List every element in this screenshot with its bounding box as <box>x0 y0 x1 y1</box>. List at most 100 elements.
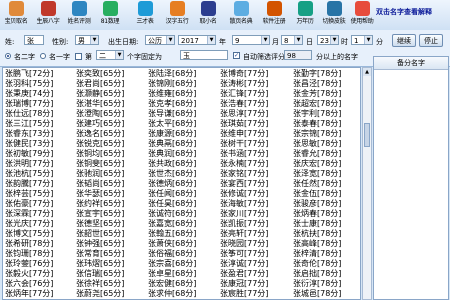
name-item[interactable]: 张淳诚[77分] <box>220 259 288 269</box>
name-item[interactable]: 张深霖[77分] <box>5 209 73 219</box>
name-item[interactable]: 张涛彬[77分] <box>220 79 288 89</box>
name-item[interactable]: 张树干[77分] <box>220 139 288 149</box>
name-item[interactable]: 张健民[73分] <box>5 139 73 149</box>
name-item[interactable]: 张诚符[68分] <box>148 209 216 219</box>
name-item[interactable]: 张韶世[65分] <box>76 229 144 239</box>
name-item[interactable]: 张康源[68分] <box>148 129 216 139</box>
name-item[interactable]: 张灏静[65分] <box>76 89 144 99</box>
name-item[interactable]: 张毅火[77分] <box>5 269 73 279</box>
score-input[interactable]: 98 <box>284 50 312 60</box>
name-item[interactable]: 张韬尚[65分] <box>76 179 144 189</box>
day-select[interactable]: 8 ▼ <box>281 35 303 45</box>
name-item[interactable]: 张杭扶[78分] <box>293 229 360 239</box>
name-item[interactable]: 张徐祥[65分] <box>76 279 144 289</box>
name-item[interactable]: 张典鬲[68分] <box>148 139 216 149</box>
name-item[interactable]: 张希研[78分] <box>5 239 73 249</box>
name-item[interactable]: 张秉庚[74分] <box>5 89 73 99</box>
toolbar-almanac[interactable]: 万年历 <box>293 1 317 29</box>
name-item[interactable]: 张嘉宽[68分] <box>148 219 216 229</box>
toolbar-name-dictionary[interactable]: 散页名典 <box>229 1 253 29</box>
name-item[interactable]: 张宏健[68分] <box>148 279 216 289</box>
name-item[interactable]: 张羽科[75分] <box>5 79 73 89</box>
name-results-list[interactable]: 张鹏飞[72分] 张羽科[75分] 张秉庚[74分] 张瑞博[77分] 张仕远[78分]… <box>2 67 361 300</box>
name-item[interactable]: 张钟强[65分] <box>76 239 144 249</box>
month-select[interactable]: 9 ▼ <box>232 35 270 45</box>
gender-select[interactable]: 男 ▼ <box>75 35 99 45</box>
name-item[interactable]: 张炳年[77分] <box>5 289 73 299</box>
name-item[interactable]: 张金芳[78分] <box>293 89 360 99</box>
name-item[interactable]: 张典润[68分] <box>148 149 216 159</box>
fixed-position-checkbox[interactable] <box>75 53 82 60</box>
name-item[interactable]: 张约祥[65分] <box>76 199 144 209</box>
hour-select[interactable]: 23 ▼ <box>317 35 339 45</box>
toolbar-81-numbers[interactable]: 81数理 <box>98 1 122 29</box>
name-item[interactable]: 张宴西[77分] <box>220 179 288 189</box>
name-item[interactable]: 张华瑟[65分] <box>76 189 144 199</box>
name-item[interactable]: 张逸名[65分] <box>76 129 144 139</box>
name-item[interactable]: 张衍淳[78分] <box>293 279 360 289</box>
name-item[interactable]: 张琪茹[77分] <box>220 119 288 129</box>
name-item[interactable]: 张启拙[78分] <box>293 269 360 279</box>
name-item[interactable]: 张三江[75分] <box>5 119 73 129</box>
toolbar-three-talents[interactable]: 三才表 <box>133 1 157 29</box>
name-item[interactable]: 张俗福[68分] <box>148 249 216 259</box>
name-item[interactable]: 张昌泾[78分] <box>293 79 360 89</box>
name-item[interactable]: 张太平[68分] <box>148 119 216 129</box>
name-item[interactable]: 张汇锋[77分] <box>220 89 288 99</box>
name-item[interactable]: 张奕致[65分] <box>76 69 144 79</box>
name-item[interactable]: 张常育[65分] <box>76 249 144 259</box>
name-item[interactable]: 张钧珊[78分] <box>5 249 73 259</box>
auto-filter-checkbox[interactable]: ✓ <box>233 52 240 59</box>
name-item[interactable]: 张博奇[77分] <box>220 69 288 79</box>
name-item[interactable]: 张筝可[77分] <box>220 249 288 259</box>
name-item[interactable]: 张德坚[65分] <box>76 219 144 229</box>
name-item[interactable]: 张萧侠[68分] <box>148 239 216 249</box>
vertical-scrollbar[interactable]: ▲ <box>362 67 372 300</box>
name-item[interactable]: 张宸胜[77分] <box>220 289 288 299</box>
name-item[interactable]: 张泰春[78分] <box>293 119 360 129</box>
toolbar-register[interactable]: 软件注册 <box>262 1 286 29</box>
name-item[interactable]: 张初敏[79分] <box>5 149 73 159</box>
name-item[interactable]: 张六会[76分] <box>5 279 73 289</box>
name-item[interactable]: 张家川[77分] <box>220 209 288 219</box>
toolbar-name-test[interactable]: 姓名评测 <box>67 1 91 29</box>
name-item[interactable]: 张康冠[77分] <box>220 279 288 289</box>
name-item[interactable]: 张铜均[65分] <box>76 149 144 159</box>
toolbar-birth-chart[interactable]: 生辰八字 <box>36 1 60 29</box>
name-item[interactable]: 张宗锦[78分] <box>293 129 360 139</box>
name-two-chars-radio[interactable] <box>5 53 11 59</box>
fixed-position-select[interactable]: 二 ▼ <box>96 50 124 60</box>
name-item[interactable]: 张泽宽[78分] <box>293 169 360 179</box>
name-item[interactable]: 张金伍[78分] <box>293 189 360 199</box>
name-item[interactable]: 张骏彦[78分] <box>293 199 360 209</box>
name-item[interactable]: 张梓清[78分] <box>293 249 360 259</box>
name-item[interactable]: 张浩春[77分] <box>220 99 288 109</box>
name-item[interactable]: 张思淳[77分] <box>220 109 288 119</box>
name-item[interactable]: 张维雍[68分] <box>148 89 216 99</box>
name-item[interactable]: 张玮熠[65分] <box>76 259 144 269</box>
fixed-char-input[interactable]: 玉 <box>180 50 228 60</box>
name-item[interactable]: 张洪明[77分] <box>5 159 73 169</box>
scroll-thumb[interactable] <box>364 123 370 147</box>
name-item[interactable]: 张书涵[77分] <box>220 149 288 159</box>
name-item[interactable]: 张瑞博[77分] <box>5 99 73 109</box>
name-item[interactable]: 张陆泽[68分] <box>148 69 216 79</box>
name-item[interactable]: 张奇伦[78分] <box>293 259 360 269</box>
scroll-up-icon[interactable]: ▲ <box>363 68 371 76</box>
surname-input[interactable]: 张 <box>24 35 44 45</box>
calendar-type-select[interactable]: 公历 ▼ <box>145 35 175 45</box>
name-item[interactable]: 张翰五[68分] <box>148 229 216 239</box>
name-item[interactable]: 张铜斐[65分] <box>76 159 144 169</box>
name-item[interactable]: 张睿东[73分] <box>5 129 73 139</box>
name-item[interactable]: 张海敏[77分] <box>220 199 288 209</box>
name-item[interactable]: 张玲蓥[76分] <box>5 259 73 269</box>
name-item[interactable]: 张超宏[78分] <box>293 99 360 109</box>
name-item[interactable]: 张宇利[78分] <box>293 109 360 119</box>
name-item[interactable]: 张宗喜[68分] <box>148 259 216 269</box>
name-item[interactable]: 张鹏飞[72分] <box>5 69 73 79</box>
name-item[interactable]: 张韵騰[77分] <box>5 179 73 189</box>
name-item[interactable]: 张修诚[77分] <box>220 189 288 199</box>
name-item[interactable]: 张高峰[78分] <box>293 239 360 249</box>
name-item[interactable]: 张亮轩[77分] <box>220 229 288 239</box>
name-item[interactable]: 张共政[68分] <box>148 159 216 169</box>
